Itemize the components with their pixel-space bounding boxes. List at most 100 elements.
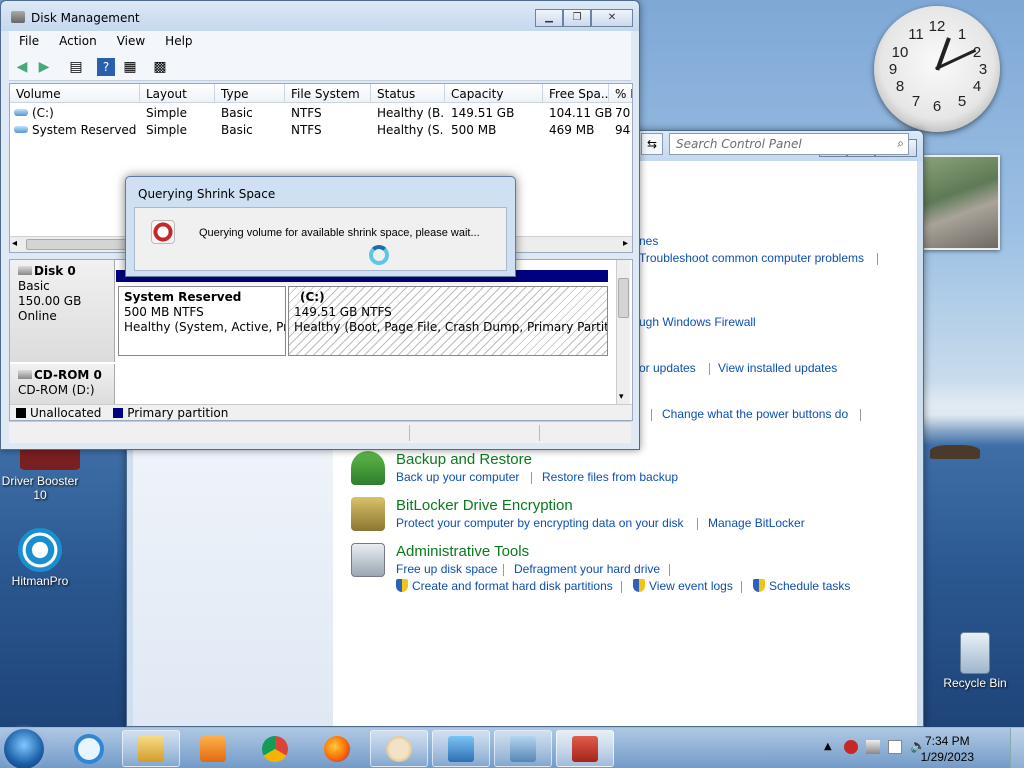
taskbar-explorer[interactable] xyxy=(122,730,180,767)
cdrom-icon xyxy=(18,370,32,379)
help-icon[interactable]: ? xyxy=(97,58,115,76)
link-defragment[interactable]: Defragment your hard drive xyxy=(514,562,660,576)
desktop-icon-label: Driver Booster 10 xyxy=(1,474,79,502)
link-protect-computer[interactable]: Protect your computer by encrypting data… xyxy=(396,516,683,530)
taskbar-firefox[interactable] xyxy=(308,730,366,767)
column-header-percent-free[interactable]: % F xyxy=(609,84,632,103)
link-text: Schedule tasks xyxy=(769,579,851,593)
table-row[interactable]: System Reserved Simple Basic NTFS Health… xyxy=(10,121,632,138)
maximize-button[interactable]: ❐ xyxy=(563,9,591,27)
link-back-up-computer[interactable]: Back up your computer xyxy=(396,470,519,484)
refresh-icon[interactable]: ⇆ xyxy=(641,133,663,155)
section-bitlocker[interactable]: BitLocker Drive Encryption xyxy=(396,497,573,514)
taskbar-clock[interactable]: 7:34 PM 1/29/2023 xyxy=(921,733,974,765)
cell-layout: Simple xyxy=(146,123,187,137)
disk-management-titlebar[interactable]: Disk Management ▁ ❐ ✕ xyxy=(1,1,639,31)
taskbar-media-player[interactable] xyxy=(184,730,242,767)
column-header-status[interactable]: Status xyxy=(371,84,445,103)
taskbar-control-panel[interactable] xyxy=(432,730,490,767)
section-administrative-tools[interactable]: Administrative Tools xyxy=(396,543,529,560)
column-header-layout[interactable]: Layout xyxy=(140,84,215,103)
partition-legend: Unallocated Primary partition xyxy=(10,404,632,420)
disk0-label[interactable]: Disk 0 Basic 150.00 GB Online xyxy=(10,260,115,362)
link-partial[interactable]: nes xyxy=(639,234,658,248)
legend-swatch-unallocated xyxy=(16,408,26,418)
scroll-left-icon[interactable]: ◂ xyxy=(12,238,17,249)
taskbar-paint[interactable] xyxy=(370,730,428,767)
clock-number: 10 xyxy=(891,44,909,61)
back-arrow-icon[interactable]: ◀ xyxy=(13,58,31,76)
link-separator xyxy=(877,253,878,265)
close-button[interactable]: ✕ xyxy=(591,9,633,27)
vertical-scrollbar[interactable]: ▾ xyxy=(616,260,630,404)
desktop-icon-label: HitmanPro xyxy=(11,574,69,588)
menu-action[interactable]: Action xyxy=(49,31,107,53)
link-troubleshoot[interactable]: Troubleshoot common computer problems xyxy=(639,251,864,265)
scroll-thumb[interactable] xyxy=(618,278,629,318)
settings-icon[interactable]: ▩ xyxy=(151,58,169,76)
slideshow-gadget-koala[interactable] xyxy=(922,155,1000,250)
column-header-volume[interactable]: Volume xyxy=(10,84,140,103)
properties-icon[interactable]: ▦ xyxy=(121,58,139,76)
ie-icon[interactable] xyxy=(74,734,104,764)
security-tray-icon[interactable] xyxy=(844,740,858,754)
console-tree-icon[interactable]: ▤ xyxy=(67,58,85,76)
forward-arrow-icon[interactable]: ▶ xyxy=(35,58,53,76)
show-desktop-button[interactable] xyxy=(1010,728,1024,768)
link-create-format-partitions[interactable]: Create and format hard disk partitions xyxy=(396,579,613,593)
cell-volume: (C:) xyxy=(32,106,54,120)
menu-help[interactable]: Help xyxy=(155,31,202,53)
column-header-free-space[interactable]: Free Spa... xyxy=(543,84,609,103)
table-row[interactable]: (C:) Simple Basic NTFS Healthy (B... 149… xyxy=(10,104,632,121)
menu-view[interactable]: View xyxy=(107,31,155,53)
minimize-button[interactable]: ▁ xyxy=(535,9,563,27)
desktop-icon-recycle-bin[interactable]: Recycle Bin xyxy=(935,632,1015,690)
taskbar-disk-management[interactable] xyxy=(556,730,614,767)
desktop-icon-hitmanpro[interactable]: HitmanPro xyxy=(0,528,80,588)
taskbar-system[interactable] xyxy=(494,730,552,767)
scroll-right-icon[interactable]: ▸ xyxy=(623,238,628,249)
show-hidden-icons-icon[interactable]: ▲ xyxy=(824,741,832,752)
column-header-file-system[interactable]: File System xyxy=(285,84,371,103)
taskbar-chrome[interactable] xyxy=(246,730,304,767)
desktop-icon-driver-booster[interactable]: Driver Booster 10 xyxy=(0,450,80,502)
link-manage-bitlocker[interactable]: Manage BitLocker xyxy=(708,516,805,530)
menu-file[interactable]: File xyxy=(9,31,49,53)
link-schedule-tasks[interactable]: Schedule tasks xyxy=(753,579,850,593)
section-backup-restore[interactable]: Backup and Restore xyxy=(396,451,532,468)
network-tray-icon[interactable] xyxy=(866,740,880,754)
clock-number: 8 xyxy=(895,78,905,95)
cell-type: Basic xyxy=(221,106,253,120)
link-view-event-logs[interactable]: View event logs xyxy=(633,579,733,593)
link-updates-partial[interactable]: or updates xyxy=(639,361,696,375)
backup-restore-icon xyxy=(351,451,385,485)
bitlocker-icon xyxy=(351,497,385,531)
action-center-tray-icon[interactable] xyxy=(888,740,902,754)
column-header-type[interactable]: Type xyxy=(215,84,285,103)
start-button[interactable] xyxy=(4,729,44,768)
link-firewall-partial[interactable]: ugh Windows Firewall xyxy=(639,315,756,329)
link-power-buttons[interactable]: Change what the power buttons do xyxy=(662,407,848,421)
link-text: Create and format hard disk partitions xyxy=(412,579,613,593)
clock-gadget[interactable]: 12 1 2 3 4 5 6 7 8 9 10 11 xyxy=(874,6,1000,132)
link-restore-files[interactable]: Restore files from backup xyxy=(542,470,678,484)
cdrom0-label[interactable]: CD-ROM 0 CD-ROM (D:) xyxy=(10,364,115,404)
cell-layout: Simple xyxy=(146,106,187,120)
firefox-icon xyxy=(324,736,350,762)
search-input[interactable]: Search Control Panel ⌕ xyxy=(669,133,909,155)
link-free-up-disk-space[interactable]: Free up disk space xyxy=(396,562,497,576)
scroll-thumb[interactable] xyxy=(26,239,126,250)
cell-fs: NTFS xyxy=(291,123,322,137)
taskbar-time: 7:34 PM xyxy=(924,734,970,748)
clock-number: 7 xyxy=(911,93,921,110)
app-icon xyxy=(11,11,25,23)
partition-system-reserved[interactable]: System Reserved 500 MB NTFS Healthy (Sys… xyxy=(118,286,286,356)
link-view-installed-updates[interactable]: View installed updates xyxy=(718,361,837,375)
scroll-down-icon[interactable]: ▾ xyxy=(619,392,624,402)
partition-c[interactable]: (C:) 149.51 GB NTFS Healthy (Boot, Page … xyxy=(288,286,608,356)
column-header-capacity[interactable]: Capacity xyxy=(445,84,543,103)
legend-primary: Primary partition xyxy=(127,406,229,420)
busy-spinner-icon xyxy=(369,245,389,265)
taskbar: ▲ 🔈 7:34 PM 1/29/2023 xyxy=(0,727,1024,768)
system-tray: ▲ 🔈 7:34 PM 1/29/2023 xyxy=(814,728,1024,768)
